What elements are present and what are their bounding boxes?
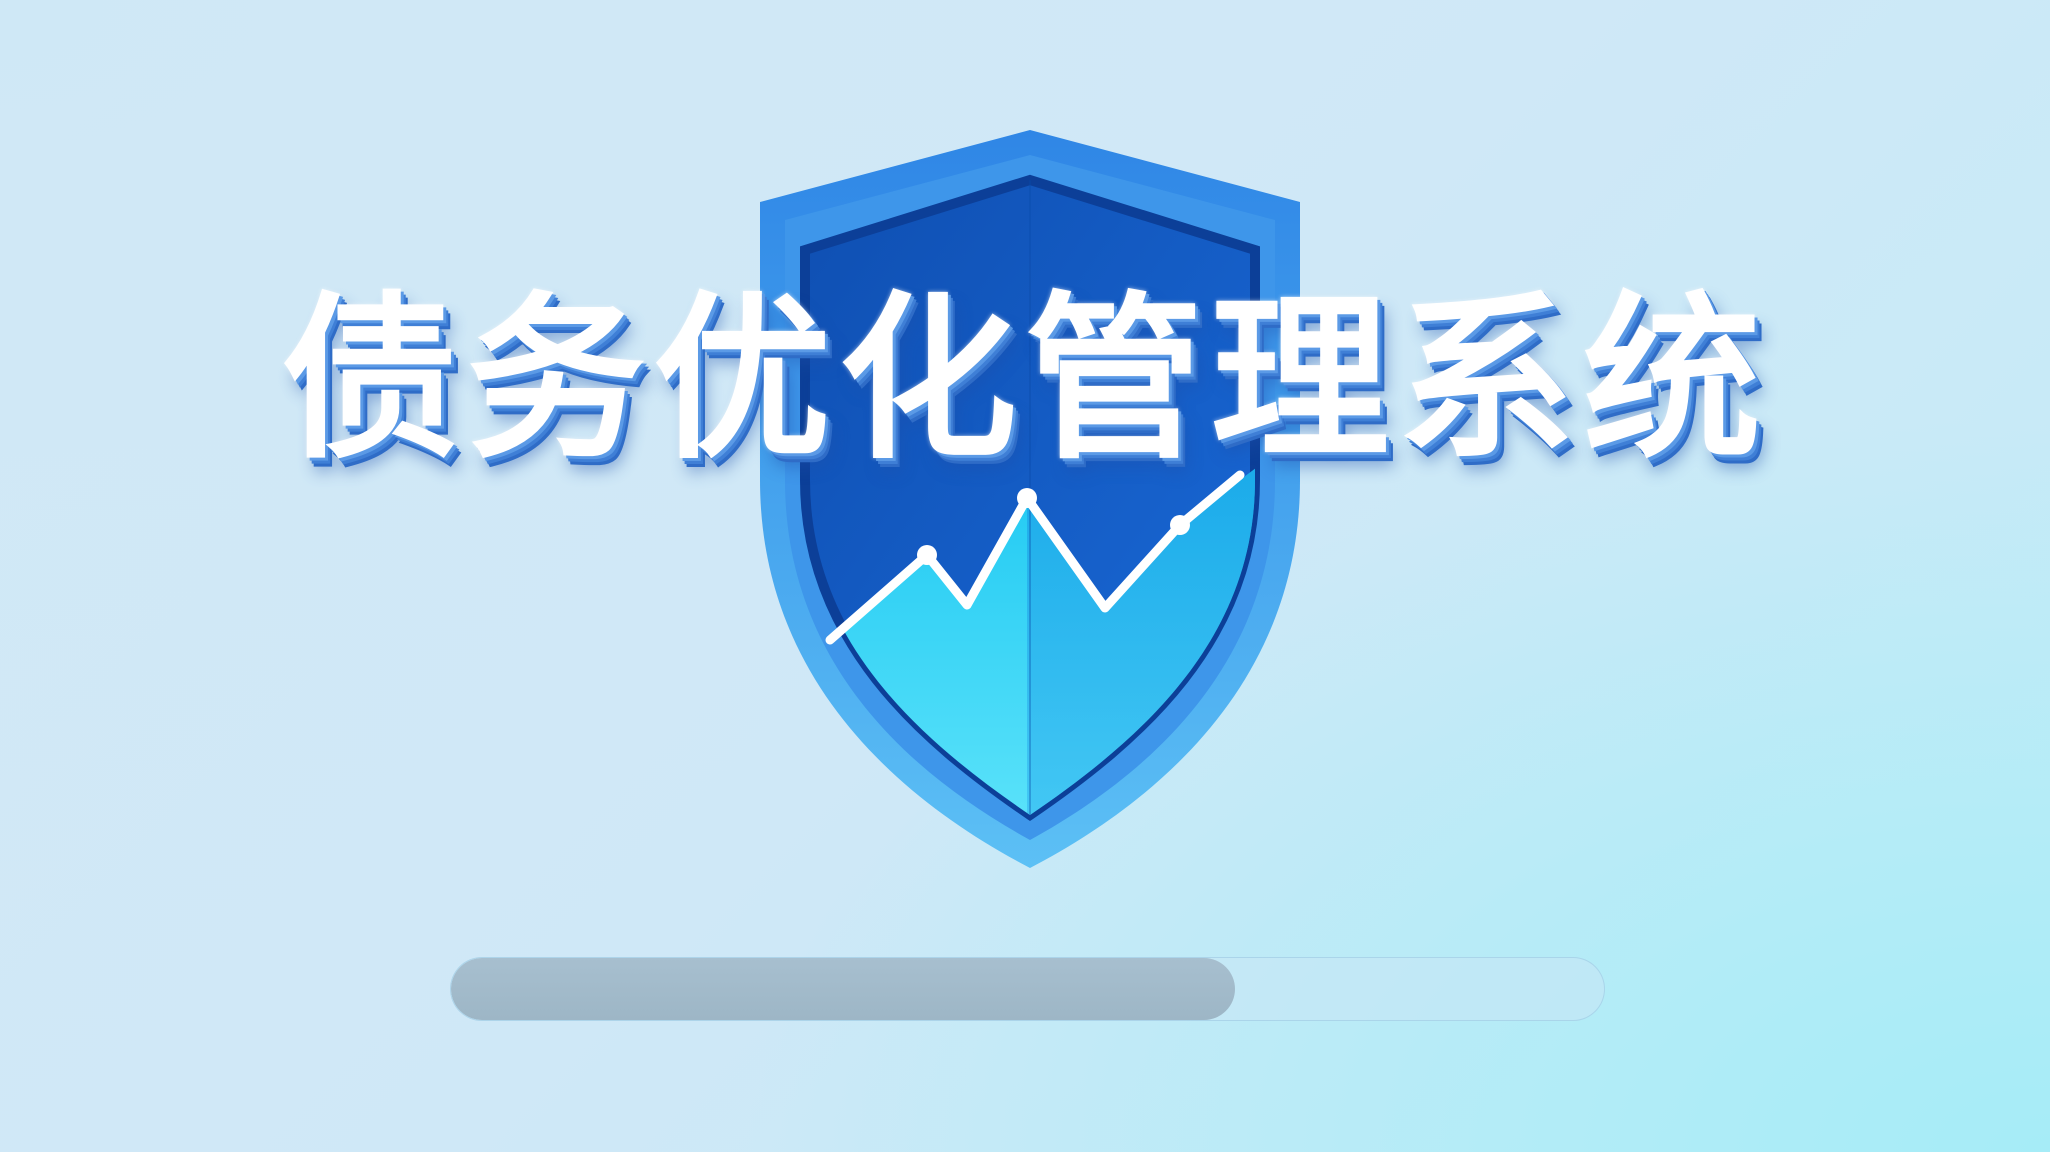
app-title: 债务优化管理系统 — [281, 276, 1769, 483]
shield-chart-icon — [760, 130, 1300, 868]
loading-progress-bar — [450, 957, 1605, 1021]
splash-screen: 债务优化管理系统 — [0, 0, 2050, 1152]
loading-progress-fill — [451, 958, 1236, 1020]
